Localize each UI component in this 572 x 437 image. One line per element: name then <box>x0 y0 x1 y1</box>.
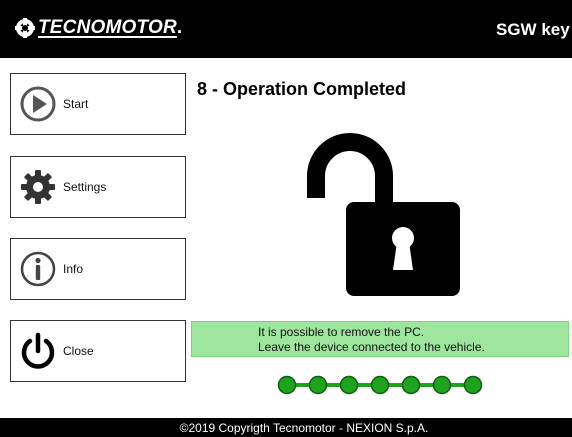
info-icon <box>20 251 56 287</box>
progress-step-dot <box>463 375 483 395</box>
play-icon <box>20 86 56 122</box>
footer: ©2019 Copyrigth Tecnomotor - NEXION S.p.… <box>0 418 572 437</box>
info-button-label: Info <box>63 262 84 276</box>
start-button[interactable]: Start <box>10 73 186 135</box>
logo-text: TECNOMOTOR <box>38 17 177 38</box>
tecnomotor-logo-icon <box>15 18 35 38</box>
close-button-label: Close <box>63 344 94 358</box>
brand-logo: TECNOMOTOR. <box>14 16 182 40</box>
status-message-line-1: It is possible to remove the PC. <box>258 325 425 339</box>
progress-step-dot <box>401 375 421 395</box>
progress-step-dot <box>370 375 390 395</box>
step-title: 8 - Operation Completed <box>197 79 407 99</box>
app-title: SGW key <box>496 20 570 39</box>
progress-step-dot <box>339 375 359 395</box>
status-message-box: It is possible to remove the PC. Leave t… <box>191 321 569 357</box>
settings-button[interactable]: Settings <box>10 156 186 218</box>
settings-button-label: Settings <box>63 180 107 194</box>
progress-step-dot <box>432 375 452 395</box>
progress-step-dot <box>277 375 297 395</box>
power-icon <box>21 332 55 369</box>
start-button-label: Start <box>63 97 89 111</box>
progress-step-dot <box>308 375 328 395</box>
close-button[interactable]: Close <box>10 320 186 382</box>
app-header: TECNOMOTOR. SGW key <box>0 0 572 58</box>
status-message-line-2: Leave the device connected to the vehicl… <box>258 340 485 354</box>
gear-icon <box>21 170 55 204</box>
info-button[interactable]: Info <box>10 238 186 300</box>
step-progress-indicator <box>277 375 483 395</box>
copyright-text: ©2019 Copyrigth Tecnomotor - NEXION S.p.… <box>179 420 429 435</box>
unlocked-padlock-icon <box>307 133 460 296</box>
logo-dot: . <box>176 17 183 38</box>
